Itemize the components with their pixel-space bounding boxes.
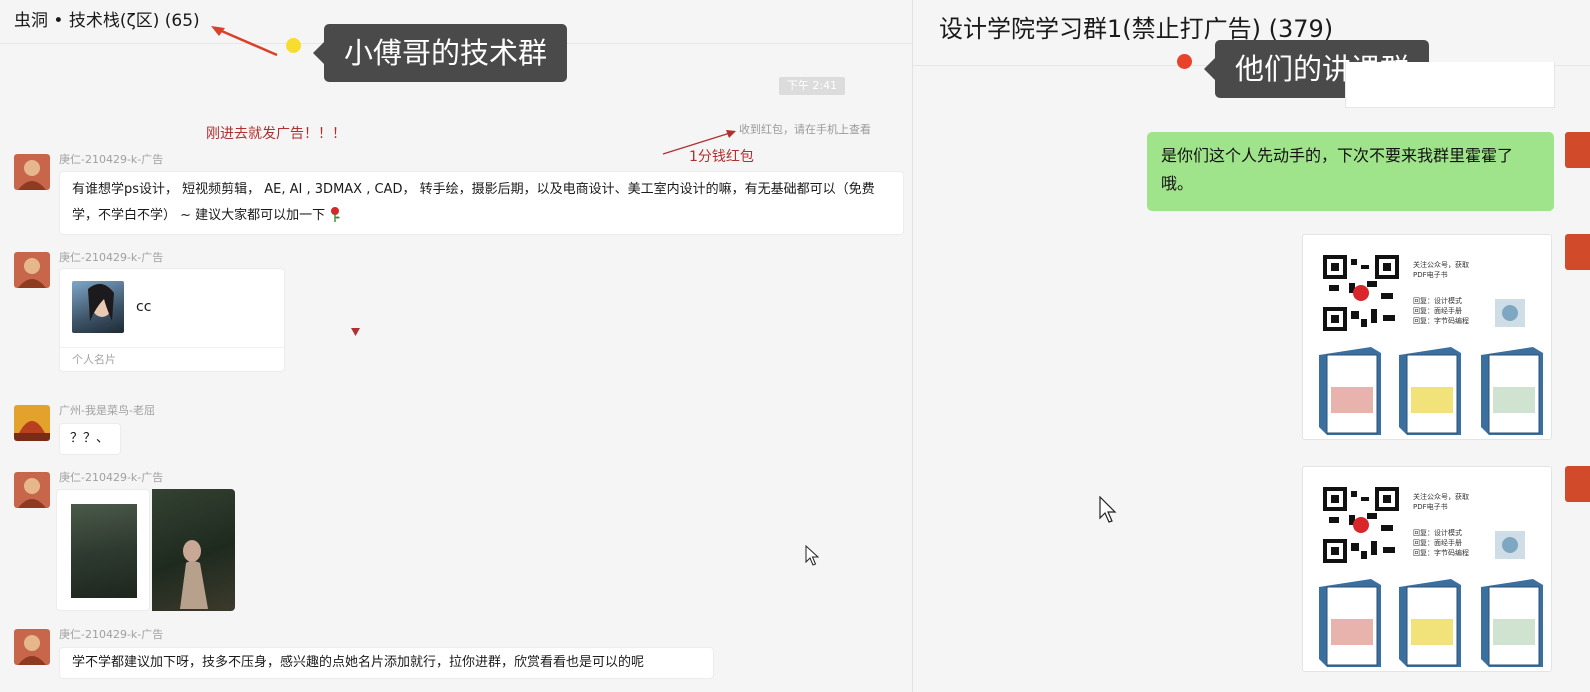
book-icon bbox=[1481, 347, 1543, 435]
message-text: 有谁想学ps设计， 短视频剪辑， AE, AI , 3DMAX , CAD， 转… bbox=[72, 182, 875, 223]
book-icon bbox=[1319, 347, 1381, 435]
rose-emoji-icon bbox=[331, 207, 340, 222]
avatar[interactable] bbox=[14, 252, 50, 288]
poster-image-message[interactable]: 关注公众号，获取 PDF电子书 回复：设计模式 回复：面经手册 回复：字节码编程 bbox=[1302, 234, 1552, 440]
photo-thumbnail bbox=[71, 504, 137, 598]
avatar[interactable] bbox=[14, 154, 50, 190]
book-icon bbox=[1319, 579, 1381, 667]
wechat-avatar-icon bbox=[1495, 531, 1525, 559]
left-chat-title: 虫洞 • 技术栈(ζ区) (65) bbox=[14, 11, 200, 31]
poster-line: 关注公众号，获取 bbox=[1413, 261, 1469, 269]
self-avatar[interactable] bbox=[1565, 132, 1590, 168]
sender-name: 庚仁-210429-k-广告 bbox=[59, 628, 164, 641]
message-bubble[interactable]: ？？、 bbox=[59, 423, 121, 455]
sender-name: 庚仁-210429-k-广告 bbox=[59, 251, 164, 264]
message-text: ？？、 bbox=[70, 431, 110, 446]
mouse-cursor-icon bbox=[1099, 496, 1117, 523]
photo-figure bbox=[180, 540, 208, 609]
poster-line: 回复：面经手册 bbox=[1413, 539, 1462, 547]
book-icon bbox=[1481, 579, 1543, 667]
right-chat-window: 设计学院学习群1(禁止打广告) (379) 他们的讲课群 是你们这个人先动手的，… bbox=[912, 0, 1590, 692]
poster-line: 回复：设计模式 bbox=[1413, 529, 1462, 537]
my-message-text: 是你们这个人先动手的，下次不要来我群里霍霍了哦。 bbox=[1161, 146, 1514, 193]
poster-line: 关注公众号，获取 bbox=[1413, 493, 1469, 501]
red-marker-dot bbox=[1177, 54, 1192, 69]
qr-code-icon bbox=[1321, 253, 1401, 333]
avatar[interactable] bbox=[14, 405, 50, 441]
yellow-marker-dot bbox=[286, 38, 301, 53]
annotation-ad-note: 刚进去就发广告！！！ bbox=[206, 126, 346, 142]
message-text: 学不学都建议加下呀，技多不压身，感兴趣的点她名片添加就行，拉你进群，欣赏看看也是… bbox=[72, 655, 645, 670]
redpacket-notice: 收到红包，请在手机上查看 bbox=[739, 123, 871, 136]
self-avatar[interactable] bbox=[1565, 234, 1590, 270]
poster-line: PDF电子书 bbox=[1413, 503, 1448, 511]
poster-line: 回复：字节码编程 bbox=[1413, 549, 1469, 557]
contact-card-photo bbox=[72, 281, 124, 333]
annotation-arrow-title bbox=[211, 26, 278, 57]
callout-xiaofuge-group: 小傅哥的技术群 bbox=[312, 24, 568, 82]
wechat-avatar-icon bbox=[1495, 299, 1525, 327]
contact-card[interactable]: cc 个人名片 bbox=[59, 268, 285, 372]
image-message[interactable] bbox=[152, 489, 235, 611]
contact-card-name: cc bbox=[136, 299, 152, 315]
sender-name: 庚仁-210429-k-广告 bbox=[59, 153, 164, 166]
book-icon bbox=[1399, 579, 1461, 667]
book-icon bbox=[1399, 347, 1461, 435]
self-avatar[interactable] bbox=[1565, 466, 1590, 502]
message-bubble[interactable]: 学不学都建议加下呀，技多不压身，感兴趣的点她名片添加就行，拉你进群，欣赏看看也是… bbox=[59, 647, 714, 679]
small-red-triangle-icon bbox=[351, 328, 360, 336]
poster-line: 回复：面经手册 bbox=[1413, 307, 1462, 315]
sender-name: 广州-我是菜鸟-老屈 bbox=[59, 404, 155, 417]
mouse-cursor-icon bbox=[805, 545, 819, 566]
sender-name: 庚仁-210429-k-广告 bbox=[59, 471, 164, 484]
poster-line: PDF电子书 bbox=[1413, 271, 1448, 279]
left-chat-window: 虫洞 • 技术栈(ζ区) (65) 小傅哥的技术群 下午 2:41 刚进去就发广… bbox=[0, 0, 912, 692]
image-message[interactable] bbox=[56, 489, 150, 611]
avatar[interactable] bbox=[14, 472, 50, 508]
avatar[interactable] bbox=[14, 629, 50, 665]
annotation-redpacket-note: 1分钱红包 bbox=[689, 149, 754, 165]
contact-card-label: 个人名片 bbox=[72, 353, 116, 366]
poster-line: 回复：设计模式 bbox=[1413, 297, 1462, 305]
poster-line: 回复：字节码编程 bbox=[1413, 317, 1469, 325]
poster-image-message[interactable]: 关注公众号，获取 PDF电子书 回复：设计模式 回复：面经手册 回复：字节码编程 bbox=[1302, 466, 1552, 672]
message-timestamp: 下午 2:41 bbox=[779, 77, 845, 95]
right-chat-title: 设计学院学习群1(禁止打广告) (379) bbox=[939, 15, 1334, 43]
message-bubble[interactable]: 有谁想学ps设计， 短视频剪辑， AE, AI , 3DMAX , CAD， 转… bbox=[59, 171, 904, 235]
qr-code-icon bbox=[1321, 485, 1401, 565]
my-message-bubble[interactable]: 是你们这个人先动手的，下次不要来我群里霍霍了哦。 bbox=[1147, 132, 1554, 211]
partial-image-message bbox=[1345, 62, 1555, 108]
